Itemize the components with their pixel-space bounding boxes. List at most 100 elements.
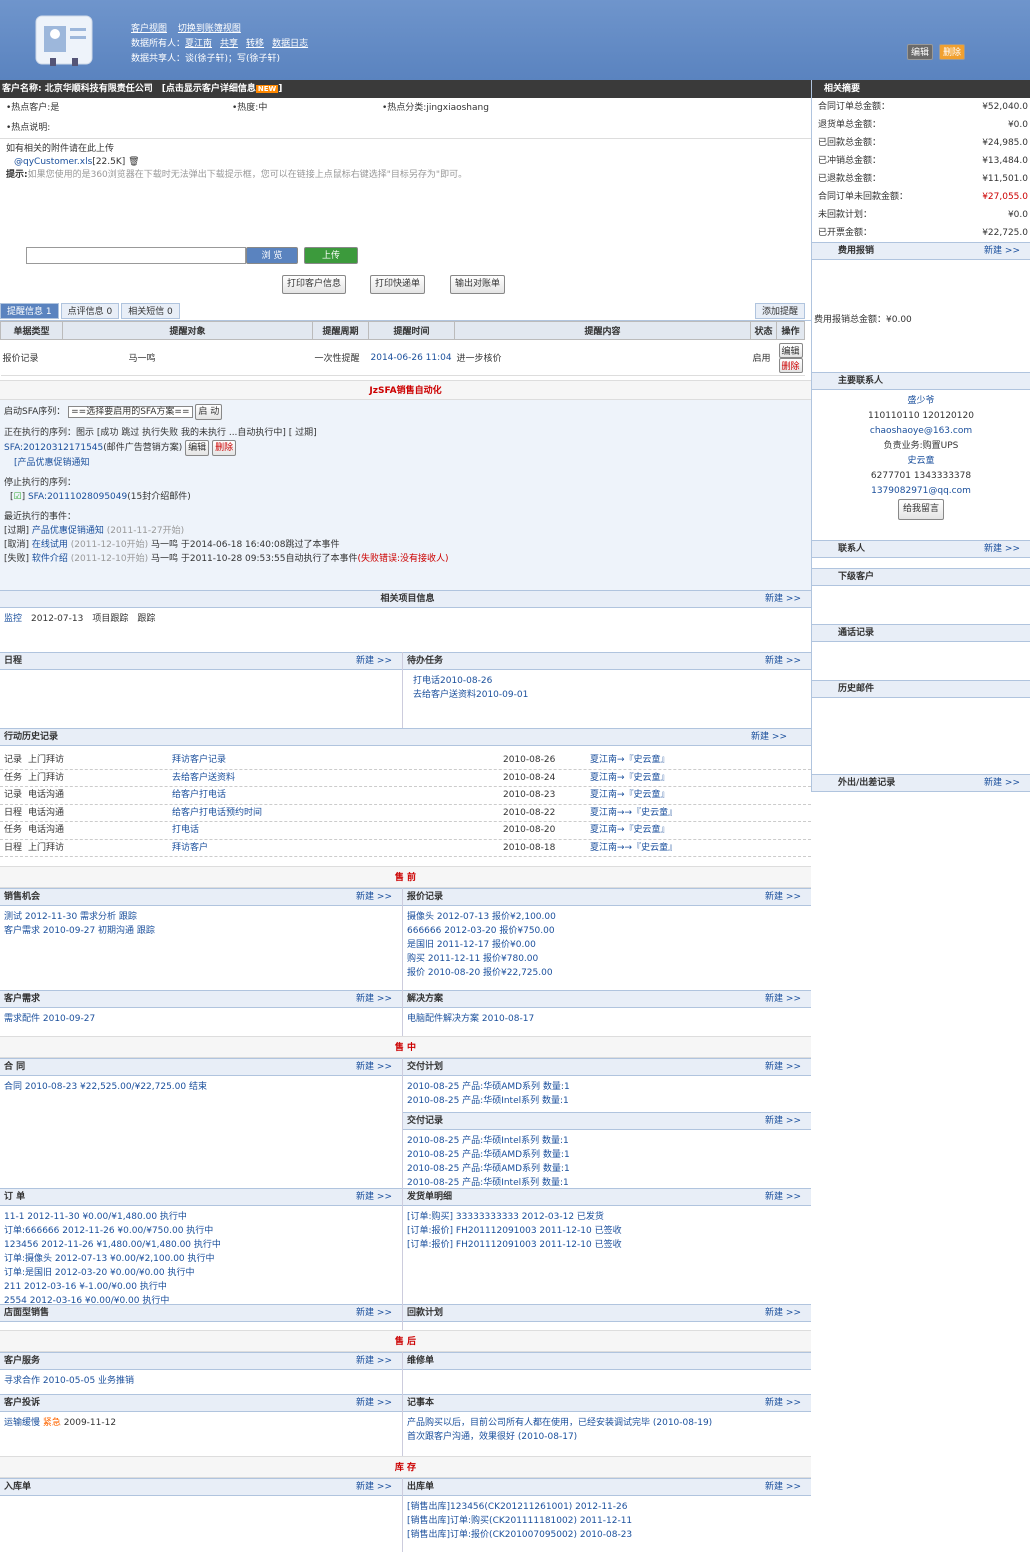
list-item[interactable]: 报价 2010-08-20 报价¥22,725.00 [407, 966, 807, 980]
project-item-link[interactable]: 监控 [4, 614, 22, 624]
share-link[interactable]: 共享 [220, 39, 238, 49]
list-item[interactable]: 2010-08-25 产品:华硕Intel系列 数量:1 [407, 1134, 807, 1148]
export-statement-button[interactable]: 输出对账单 [450, 275, 506, 294]
tab-comment[interactable]: 点评信息 0 [60, 303, 120, 319]
demand-new-link[interactable]: 新建 >> [356, 991, 392, 1008]
show-detail-link[interactable]: [点击显示客户详细信息 [162, 84, 256, 94]
memo-new-link[interactable]: 新建 >> [765, 1395, 801, 1412]
list-item[interactable]: [订单:报价] FH201112091003 2011-12-10 已签收 [407, 1224, 807, 1238]
list-item[interactable]: 摄像头 2012-07-13 报价¥2,100.00 [407, 910, 807, 924]
sfa-edit-button[interactable]: 编辑 [185, 440, 210, 456]
quote-new-link[interactable]: 新建 >> [765, 889, 801, 906]
contact-e1[interactable]: chaoshaoye@163.com [812, 424, 1030, 439]
todo-new-link[interactable]: 新建 >> [765, 653, 801, 670]
ledger-view-link[interactable]: 切换到账簿视图 [178, 24, 241, 34]
trip-new-link[interactable]: 新建 >> [984, 775, 1020, 792]
list-item[interactable]: 是国旧 2011-12-17 报价¥0.00 [407, 938, 807, 952]
summary-row: 已退款总金额： ¥11,501.0 [818, 174, 1028, 184]
contact-c1[interactable]: 盛少爷 [812, 394, 1030, 409]
file-path-input[interactable] [26, 247, 246, 264]
list-item[interactable]: 购买 2011-12-11 报价¥780.00 [407, 952, 807, 966]
linkman-new-link[interactable]: 新建 >> [984, 541, 1020, 558]
instock-new-link[interactable]: 新建 >> [356, 1479, 392, 1496]
todo-item[interactable]: 去给客户送资料2010-09-01 [413, 688, 807, 702]
list-item[interactable]: [销售出库]123456(CK201211261001) 2012-11-26 [407, 1500, 807, 1514]
contract-new-link[interactable]: 新建 >> [356, 1059, 392, 1076]
list-item[interactable]: 需求配件 2010-09-27 [4, 1012, 398, 1026]
attach-file-link[interactable]: @qyCustomer.xls [14, 157, 92, 167]
list-item[interactable]: 产品购买以后，目前公司所有人都在使用，已经安装调试完毕 (2010-08-19) [407, 1416, 807, 1430]
service-new-link[interactable]: 新建 >> [356, 1353, 392, 1370]
customer-view-link[interactable]: 客户视图 [131, 24, 167, 34]
reminder-edit-button[interactable]: 编辑 [778, 342, 803, 358]
tab-sms[interactable]: 相关短信 0 [121, 303, 180, 319]
upload-button[interactable]: 上传 [304, 247, 358, 264]
project-new-link[interactable]: 新建 >> [765, 591, 801, 608]
transfer-link[interactable]: 转移 [246, 39, 264, 49]
browse-button[interactable]: 浏 览 [246, 247, 298, 264]
list-item[interactable]: [订单:购买] 33333333333 2012-03-12 已发货 [407, 1210, 807, 1224]
list-item[interactable]: 客户需求 2010-09-27 初期沟通 跟踪 [4, 924, 398, 938]
todo-item[interactable]: 打电话2010-08-26 [413, 674, 807, 688]
sfa-event-link[interactable]: 在线试用 [32, 540, 68, 550]
list-item[interactable]: 2554 2012-03-16 ¥0.00/¥0.00 执行中 [4, 1294, 398, 1304]
data-log-link[interactable]: 数据日志 [272, 39, 308, 49]
payplan-new-link[interactable]: 新建 >> [765, 1305, 801, 1322]
stopped-seq-link[interactable]: SFA:20111028095049 [28, 492, 127, 502]
add-reminder-button[interactable]: 添加提醒 [754, 303, 805, 319]
summary-row: 已开票金额： ¥22,725.0 [818, 228, 1028, 238]
complaint-link[interactable]: 运输缓慢 [4, 1418, 40, 1428]
list-item[interactable]: 666666 2012-03-20 报价¥750.00 [407, 924, 807, 938]
list-item[interactable]: 测试 2012-11-30 需求分析 跟踪 [4, 910, 398, 924]
complaint-new-link[interactable]: 新建 >> [356, 1395, 392, 1412]
list-item[interactable]: 2010-08-25 产品:华硕Intel系列 数量:1 [407, 1094, 807, 1108]
store-new-link[interactable]: 新建 >> [356, 1305, 392, 1322]
list-item[interactable]: 2010-08-25 产品:华硕AMD系列 数量:1 [407, 1162, 807, 1176]
print-info-button[interactable]: 打印客户信息 [282, 275, 347, 294]
reminder-delete-button[interactable]: 删除 [778, 357, 803, 373]
list-item[interactable]: [订单:报价] FH201112091003 2011-12-10 已签收 [407, 1238, 807, 1252]
list-item[interactable]: 合同 2010-08-23 ¥22,525.00/¥22,725.00 结束 [4, 1080, 398, 1094]
trash-icon[interactable]: 🗑 [128, 157, 139, 167]
list-item[interactable]: [销售出库]订单:购买(CK201111181002) 2011-12-11 [407, 1514, 807, 1528]
list-item[interactable]: 2010-08-25 产品:华硕AMD系列 数量:1 [407, 1148, 807, 1162]
delrec-new-link[interactable]: 新建 >> [765, 1113, 801, 1130]
list-item[interactable]: 订单:摄像头 2012-07-13 ¥0.00/¥2,100.00 执行中 [4, 1252, 398, 1266]
sfa-delete-button[interactable]: 删除 [212, 440, 237, 456]
outstock-new-link[interactable]: 新建 >> [765, 1479, 801, 1496]
leave-message-button[interactable]: 给我留言 [897, 499, 944, 520]
list-item[interactable]: 2010-08-25 产品:华硕Intel系列 数量:1 [407, 1176, 807, 1188]
sfa-seq-link[interactable]: SFA:20120312171545 [4, 443, 103, 453]
tab-reminder[interactable]: 提醒信息 1 [0, 303, 59, 319]
list-item[interactable]: 123456 2012-11-26 ¥1,480.00/¥1,480.00 执行… [4, 1238, 398, 1252]
sfa-event-link[interactable]: 产品优惠促销通知 [32, 526, 104, 536]
chance-new-link[interactable]: 新建 >> [356, 889, 392, 906]
schedule-new-link[interactable]: 新建 >> [356, 653, 392, 670]
list-item[interactable]: 2010-08-25 产品:华硕AMD系列 数量:1 [407, 1080, 807, 1094]
list-item[interactable]: 11-1 2012-11-30 ¥0.00/¥1,480.00 执行中 [4, 1210, 398, 1224]
list-item[interactable]: 寻求合作 2010-05-05 业务推销 [4, 1374, 398, 1388]
history-new-link[interactable]: 新建 >> [751, 729, 787, 746]
owner-name[interactable]: 夏江南 [185, 39, 212, 49]
list-item[interactable]: [销售出库]订单:报价(CK201007095002) 2010-08-23 [407, 1528, 807, 1542]
contact-e2[interactable]: 1379082971@qq.com [812, 484, 1030, 499]
list-item[interactable]: 订单:666666 2012-11-26 ¥0.00/¥750.00 执行中 [4, 1224, 398, 1238]
sfa-event-link[interactable]: 软件介绍 [32, 554, 68, 564]
contact-c2[interactable]: 史云童 [812, 454, 1030, 469]
solution-new-link[interactable]: 新建 >> [765, 991, 801, 1008]
ship-new-link[interactable]: 新建 >> [765, 1189, 801, 1206]
sfa-start-button[interactable]: 启 动 [195, 404, 223, 420]
sfa-notice-link[interactable]: [产品优惠促销通知 [4, 456, 807, 470]
print-express-button[interactable]: 打印快递单 [370, 275, 426, 294]
order-new-link[interactable]: 新建 >> [356, 1189, 392, 1206]
list-item[interactable]: 211 2012-03-16 ¥-1.00/¥0.00 执行中 [4, 1280, 398, 1294]
expense-new-link[interactable]: 新建 >> [984, 243, 1020, 260]
right-sections: 费用报销 新建 >> 费用报销总金额：¥0.00 主要联系人 盛少爷 110110110 … [812, 242, 1030, 792]
sfa-select[interactable]: ==选择要启用的SFA方案== [68, 406, 193, 418]
list-item[interactable]: 首次跟客户沟通，效果很好 (2010-08-17) [407, 1430, 807, 1444]
list-item[interactable]: 订单:是国旧 2012-03-20 ¥0.00/¥0.00 执行中 [4, 1266, 398, 1280]
edit-button[interactable]: 编辑 [907, 44, 934, 60]
list-item[interactable]: 电脑配件解决方案 2010-08-17 [407, 1012, 807, 1026]
delivery-new-link[interactable]: 新建 >> [765, 1059, 801, 1076]
delete-button[interactable]: 删除 [939, 44, 966, 60]
